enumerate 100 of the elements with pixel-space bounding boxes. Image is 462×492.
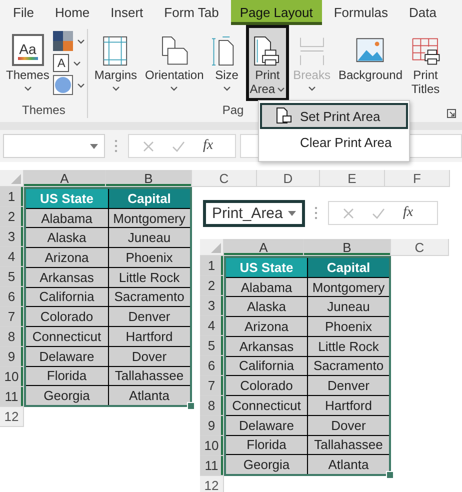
menu-item[interactable]: Set Print Area	[260, 103, 408, 129]
header-cell: US State	[26, 189, 108, 208]
table-cell: Alabama	[226, 278, 307, 296]
table-cell: Alaska	[26, 228, 108, 248]
column-header[interactable]: D	[257, 170, 320, 187]
column-header[interactable]: E	[320, 170, 385, 187]
row-header[interactable]: 5	[0, 267, 24, 287]
fill-handle[interactable]	[187, 402, 195, 410]
row-header[interactable]: 6	[0, 287, 24, 307]
themes-button[interactable]: Aa Themes	[2, 25, 54, 101]
ribbon-tab[interactable]: Data	[400, 0, 446, 25]
check-icon[interactable]	[172, 140, 185, 152]
table-cell: Connecticut	[26, 327, 108, 346]
row-header[interactable]: 9	[200, 416, 224, 436]
menu-item[interactable]: Clear Print Area	[260, 129, 408, 155]
row-header[interactable]: 10	[200, 436, 224, 456]
row-header[interactable]: 8	[200, 396, 224, 416]
print-area-button[interactable]: Print Area	[246, 25, 290, 101]
fonts-button[interactable]: A	[53, 54, 86, 72]
table-cell: Atlanta	[108, 386, 190, 405]
table-cell: Sacramento	[108, 288, 190, 306]
table-cell: Colorado	[226, 376, 307, 396]
ribbon-tab[interactable]: Page Layout	[230, 0, 322, 25]
table-cell: Denver	[108, 307, 190, 326]
row-header[interactable]: 5	[200, 336, 224, 356]
header-cell: US State	[226, 258, 307, 277]
color-squares-icon	[53, 31, 74, 51]
pages-icon	[159, 36, 190, 66]
caret-icon	[77, 38, 86, 44]
print-titles-button[interactable]: Print Titles	[406, 25, 445, 101]
background-button[interactable]: Background	[334, 25, 407, 101]
column-header[interactable]: C	[192, 170, 257, 187]
fill-handle[interactable]	[386, 471, 394, 479]
name-box[interactable]: Print_Area	[203, 200, 305, 226]
page-printer-icon	[276, 107, 292, 125]
themes-icon: Aa	[12, 34, 44, 66]
table-cell: California	[226, 356, 307, 376]
table-cell: Florida	[26, 366, 108, 386]
row-header[interactable]: 7	[200, 376, 224, 396]
table-cell: Dover	[108, 346, 190, 366]
ribbon-tab[interactable]: Form Tab	[155, 0, 228, 25]
caret-icon	[277, 86, 286, 92]
table-cell: Juneau	[308, 297, 389, 316]
row-header[interactable]: 11	[200, 456, 224, 476]
table-cell: Atlanta	[308, 455, 389, 474]
font-icon: A	[53, 54, 70, 72]
row-header[interactable]: 3	[200, 296, 224, 316]
row-header[interactable]: 3	[0, 227, 24, 247]
caret-icon	[170, 86, 178, 91]
row-header[interactable]: 1	[0, 187, 24, 207]
ribbon-tab[interactable]: File	[4, 0, 43, 25]
ribbon-tab[interactable]: Insert	[102, 0, 152, 25]
table-cell: Little Rock	[108, 268, 190, 287]
table-cell: Little Rock	[308, 336, 389, 356]
colors-button[interactable]	[53, 31, 86, 51]
check-icon[interactable]	[372, 208, 385, 218]
column-header[interactable]: B	[106, 170, 192, 187]
effects-button[interactable]	[53, 75, 86, 95]
table-cell: Arizona	[26, 248, 108, 267]
table-cell: Delaware	[26, 346, 108, 366]
row-header[interactable]: 10	[0, 367, 24, 387]
orientation-button[interactable]: Orientation	[141, 25, 208, 101]
row-header[interactable]: 7	[0, 307, 24, 327]
table-cell: Georgia	[226, 455, 307, 474]
dropdown-arrow-icon[interactable]	[90, 144, 98, 148]
table-cell: Georgia	[26, 386, 108, 405]
table-cell: Arizona	[226, 317, 307, 336]
row-header[interactable]: 4	[0, 247, 24, 267]
caret-icon	[24, 86, 32, 91]
size-button[interactable]: Size	[208, 25, 246, 101]
row-header[interactable]: 12	[200, 476, 224, 492]
group-label: Themes	[22, 103, 66, 117]
margins-button[interactable]: Margins	[90, 25, 142, 101]
row-header[interactable]: 8	[0, 327, 24, 347]
row-header[interactable]: 11	[0, 387, 24, 407]
column-header[interactable]: F	[385, 170, 450, 187]
table-cell: Montgomery	[108, 208, 190, 228]
row-header[interactable]: 4	[200, 316, 224, 336]
row-header[interactable]: 6	[200, 356, 224, 376]
caret-icon	[73, 60, 82, 66]
column-header[interactable]: A	[24, 170, 106, 187]
table-cell: Denver	[308, 376, 389, 396]
insert-function-button[interactable]: fx	[203, 138, 214, 154]
row-header[interactable]: 2	[0, 207, 24, 227]
column-header[interactable]: A	[224, 239, 304, 256]
ribbon-tab[interactable]: Home	[46, 0, 99, 25]
row-header[interactable]: 12	[0, 407, 24, 427]
dots-icon	[115, 140, 118, 152]
row-header[interactable]: 1	[200, 256, 224, 276]
insert-function-button[interactable]: fx	[403, 205, 414, 221]
column-header[interactable]: B	[304, 239, 391, 256]
table-cell: Hartford	[108, 327, 190, 346]
row-header[interactable]: 9	[0, 347, 24, 367]
header-cell: Capital	[108, 189, 190, 208]
row-header[interactable]: 2	[200, 276, 224, 296]
dropdown-arrow-icon[interactable]	[288, 210, 296, 216]
ribbon-tab[interactable]: Formulas	[324, 0, 398, 25]
column-header[interactable]: C	[391, 239, 449, 256]
launcher-icon[interactable]	[447, 109, 456, 118]
table-cell: Dover	[308, 416, 389, 435]
